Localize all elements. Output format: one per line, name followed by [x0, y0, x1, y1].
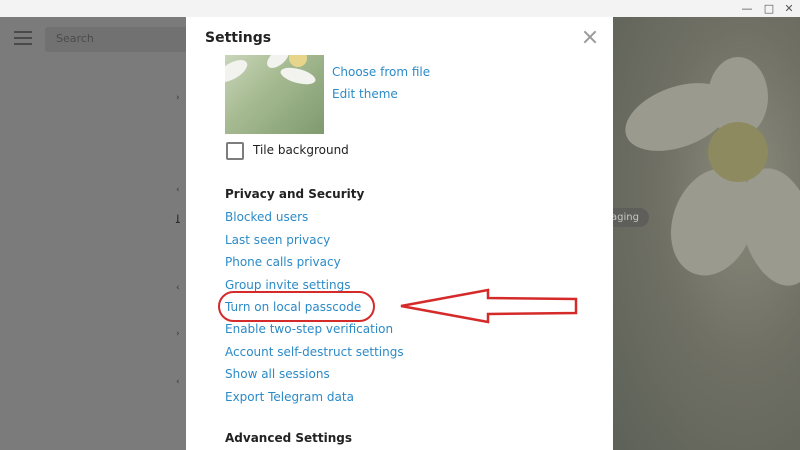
export-telegram-data-link[interactable]: Export Telegram data: [225, 390, 354, 404]
left-arrow-icon: [400, 288, 578, 324]
chat-preview-fragment[interactable]: ﻠ: [176, 213, 180, 226]
tile-background-label: Tile background: [253, 143, 349, 157]
chat-preview-fragment[interactable]: ‹: [176, 377, 180, 387]
chat-preview-fragment[interactable]: ‹: [176, 185, 180, 195]
highlight-oval: [218, 291, 375, 322]
settings-dialog: Settings Choose from file Edit theme Til…: [186, 17, 613, 450]
chat-preview-fragment[interactable]: ›: [176, 93, 180, 103]
show-all-sessions-link[interactable]: Show all sessions: [225, 367, 330, 381]
tile-background-checkbox[interactable]: [226, 142, 244, 160]
privacy-section-heading: Privacy and Security: [225, 187, 365, 201]
two-step-verification-link[interactable]: Enable two-step verification: [225, 322, 393, 336]
dialog-title: Settings: [205, 30, 272, 46]
self-destruct-settings-link[interactable]: Account self-destruct settings: [225, 345, 404, 359]
search-input[interactable]: Search: [45, 27, 186, 52]
chat-preview-fragment[interactable]: ‹: [176, 283, 180, 293]
wallpaper-flower-center: [708, 122, 768, 182]
blocked-users-link[interactable]: Blocked users: [225, 210, 308, 224]
chat-wallpaper: [613, 17, 800, 450]
choose-from-file-link[interactable]: Choose from file: [332, 65, 430, 79]
last-seen-privacy-link[interactable]: Last seen privacy: [225, 233, 330, 247]
search-placeholder: Search: [56, 32, 94, 45]
minimize-icon[interactable]: —: [735, 0, 759, 17]
background-thumbnail: [225, 55, 324, 134]
hamburger-menu-icon[interactable]: [14, 31, 32, 45]
window-titlebar: — □ ✕: [0, 0, 800, 17]
chat-preview-fragment[interactable]: ›: [176, 329, 180, 339]
chat-list-panel: Search › ‹ ﻠ ‹ › ‹: [0, 17, 186, 450]
close-window-icon[interactable]: ✕: [777, 0, 800, 17]
group-invite-settings-link[interactable]: Group invite settings: [225, 278, 350, 292]
phone-calls-privacy-link[interactable]: Phone calls privacy: [225, 255, 341, 269]
advanced-section-heading: Advanced Settings: [225, 431, 353, 445]
close-icon[interactable]: [583, 30, 597, 44]
edit-theme-link[interactable]: Edit theme: [332, 87, 398, 101]
